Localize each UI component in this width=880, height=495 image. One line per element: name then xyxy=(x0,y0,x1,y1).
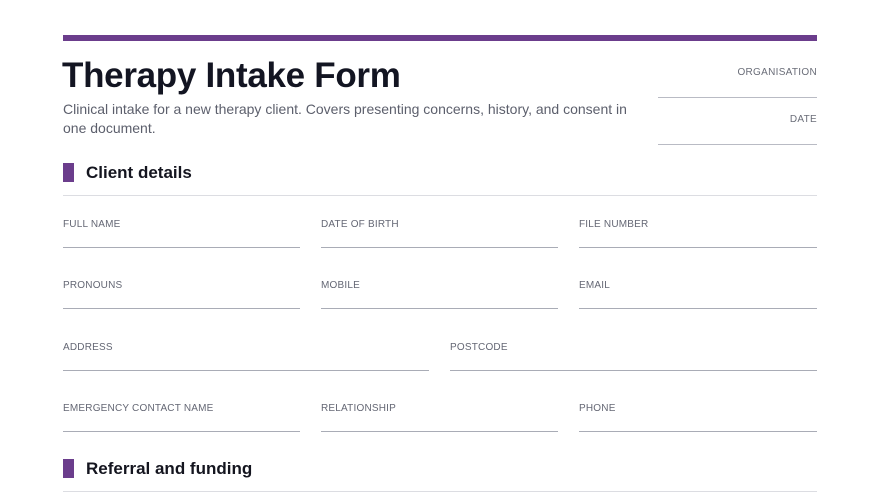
mobile-label: MOBILE xyxy=(321,280,360,291)
file-number-field[interactable]: FILE NUMBER xyxy=(579,219,817,248)
section-marker xyxy=(63,163,74,182)
phone-field[interactable]: PHONE xyxy=(579,403,817,432)
organisation-field[interactable]: ORGANISATION xyxy=(658,67,817,98)
date-label: DATE xyxy=(789,114,817,125)
section-title: Client details xyxy=(86,163,192,182)
address-field[interactable]: ADDRESS xyxy=(63,342,429,371)
date-of-birth-label: DATE OF BIRTH xyxy=(321,219,399,230)
email-label: EMAIL xyxy=(579,280,611,291)
date-of-birth-field[interactable]: DATE OF BIRTH xyxy=(321,219,558,248)
address-label: ADDRESS xyxy=(63,342,113,353)
emergency-contact-name-field[interactable]: EMERGENCY CONTACT NAME xyxy=(63,403,300,432)
section-referral-and-funding: Referral and funding xyxy=(63,459,817,492)
email-field[interactable]: EMAIL xyxy=(579,280,817,309)
file-number-label: FILE NUMBER xyxy=(579,219,649,230)
form-title: Therapy Intake Form xyxy=(62,56,401,95)
organisation-label: ORGANISATION xyxy=(737,67,817,78)
pronouns-field[interactable]: PRONOUNS xyxy=(63,280,300,309)
emergency-contact-name-label: EMERGENCY CONTACT NAME xyxy=(63,403,214,414)
full-name-field[interactable]: FULL NAME xyxy=(63,219,300,248)
accent-bar xyxy=(63,35,817,41)
relationship-label: RELATIONSHIP xyxy=(321,403,397,414)
section-marker xyxy=(63,459,74,478)
full-name-label: FULL NAME xyxy=(63,219,121,230)
date-field[interactable]: DATE xyxy=(658,114,817,145)
form-subtitle: Clinical intake for a new therapy client… xyxy=(63,101,627,136)
phone-label: PHONE xyxy=(579,403,616,414)
section-title: Referral and funding xyxy=(86,459,253,478)
pronouns-label: PRONOUNS xyxy=(63,280,123,291)
postcode-field[interactable]: POSTCODE xyxy=(450,342,817,371)
postcode-label: POSTCODE xyxy=(450,342,508,353)
relationship-field[interactable]: RELATIONSHIP xyxy=(321,403,558,432)
mobile-field[interactable]: MOBILE xyxy=(321,280,558,309)
section-client-details: Client details xyxy=(63,163,817,196)
